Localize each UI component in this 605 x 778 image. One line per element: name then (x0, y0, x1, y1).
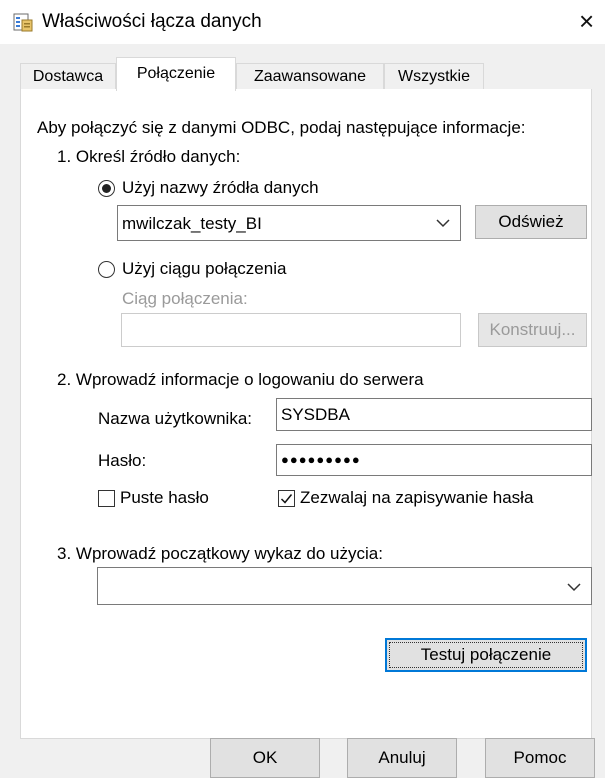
allow-save-password-checkbox[interactable] (278, 490, 295, 507)
blank-password-checkbox[interactable] (98, 490, 115, 507)
chevron-down-icon (567, 583, 581, 592)
dsn-select[interactable]: mwilczak_testy_BI (117, 205, 461, 241)
connection-string-caption: Ciąg połączenia: (122, 289, 248, 308)
tab-connection[interactable]: Połączenie (116, 57, 236, 91)
build-button: Konstruuj... (478, 313, 587, 347)
radio-dot (102, 184, 111, 193)
help-button[interactable]: Pomoc (485, 738, 595, 778)
use-connection-string-label[interactable]: Użyj ciągu połączenia (122, 258, 286, 280)
dsn-value: mwilczak_testy_BI (122, 214, 262, 233)
intro-text: Aby połączyć się z danymi ODBC, podaj na… (37, 118, 526, 137)
cancel-button[interactable]: Anuluj (347, 738, 457, 778)
password-input[interactable]: ●●●●●●●●● (276, 444, 592, 476)
use-dsn-radio[interactable] (98, 180, 115, 197)
close-icon[interactable]: × (579, 6, 594, 36)
use-dsn-label[interactable]: Użyj nazwy źródła danych (122, 177, 319, 199)
connection-string-input (121, 313, 461, 347)
data-link-icon (13, 13, 33, 32)
tab-provider[interactable]: Dostawca (20, 63, 116, 89)
blank-password-label[interactable]: Puste hasło (120, 487, 209, 509)
checkmark-icon (280, 494, 293, 504)
username-label: Nazwa użytkownika: (98, 409, 253, 428)
refresh-button[interactable]: Odśwież (475, 205, 587, 239)
username-value: SYSDBA (281, 405, 350, 424)
test-connection-button[interactable]: Testuj połączenie (385, 638, 587, 672)
chevron-down-icon (436, 219, 450, 228)
username-input[interactable]: SYSDBA (276, 398, 592, 431)
step1-heading: 1. Określ źródło danych: (57, 147, 241, 166)
step2-heading: 2. Wprowadź informacje o logowaniu do se… (57, 370, 424, 389)
step3-heading: 3. Wprowadź początkowy wykaz do użycia: (57, 544, 383, 563)
focus-outline (389, 642, 583, 668)
ok-button[interactable]: OK (210, 738, 320, 778)
password-label: Hasło: (98, 451, 147, 470)
password-mask: ●●●●●●●●● (281, 452, 361, 467)
tab-advanced[interactable]: Zaawansowane (236, 63, 384, 89)
window-title: Właściwości łącza danych (42, 11, 262, 32)
tab-all[interactable]: Wszystkie (384, 63, 484, 89)
allow-save-password-label[interactable]: Zezwalaj na zapisywanie hasła (300, 487, 533, 509)
initial-catalog-select[interactable] (97, 567, 592, 605)
use-connection-string-radio[interactable] (98, 261, 115, 278)
